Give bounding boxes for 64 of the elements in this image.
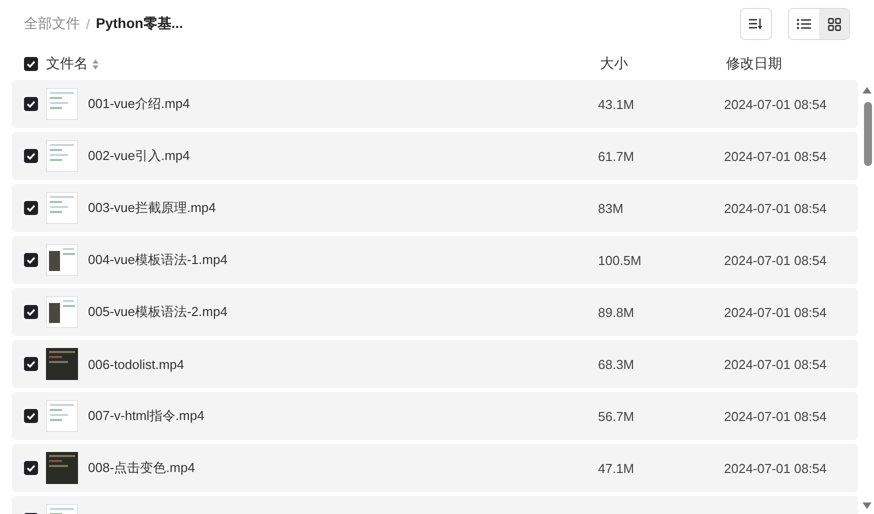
modified-date: 2024-07-01 08:54 <box>724 252 827 268</box>
column-header[interactable]: 修改日期 <box>726 55 782 73</box>
row-checkbox[interactable] <box>24 149 38 163</box>
modified-date: 2024-07-01 08:54 <box>724 460 827 476</box>
video-thumbnail <box>46 88 78 120</box>
file-row[interactable]: 004-vue模板语法-1.mp4 100.5M 2024-07-01 08:54 <box>12 236 858 284</box>
file-name: 008-点击变色.mp4 <box>88 459 196 477</box>
file-row[interactable]: 006-todolist.mp4 68.3M 2024-07-01 08:54 <box>12 340 858 388</box>
grid-icon <box>828 18 840 30</box>
modified-date: 2024-07-01 08:54 <box>724 200 827 216</box>
video-thumbnail <box>46 192 78 224</box>
row-checkbox[interactable] <box>24 461 38 475</box>
file-name: 002-vue引入.mp4 <box>88 147 191 165</box>
file-row[interactable]: 003-vue拦截原理.mp4 83M 2024-07-01 08:54 <box>12 184 858 232</box>
file-size: 61.7M <box>598 148 636 164</box>
scroll-up-icon[interactable] <box>862 86 872 94</box>
video-thumbnail <box>46 400 78 432</box>
breadcrumb-item[interactable]: 全部文件 <box>24 15 80 33</box>
row-checkbox[interactable] <box>24 305 38 319</box>
file-size: 43.1M <box>598 96 636 112</box>
video-thumbnail <box>46 296 78 328</box>
file-row[interactable]: 001-vue介绍.mp4 43.1M 2024-07-01 08:54 <box>12 80 858 128</box>
scrollbar-thumb[interactable] <box>864 102 872 166</box>
sort-arrows-icon[interactable] <box>92 58 99 70</box>
file-size: 68.3M <box>598 356 636 372</box>
modified-date: 2024-07-01 08:54 <box>724 356 827 372</box>
file-row[interactable]: 008-点击变色.mp4 47.1M 2024-07-01 08:54 <box>12 444 858 492</box>
row-checkbox[interactable] <box>24 201 38 215</box>
list-icon <box>797 18 811 30</box>
modified-date: 2024-07-01 08:54 <box>724 96 827 112</box>
column-header[interactable]: 文件名 <box>46 55 88 73</box>
video-thumbnail <box>46 348 78 380</box>
video-thumbnail <box>46 244 78 276</box>
file-name: 007-v-html指令.mp4 <box>88 407 206 425</box>
row-checkbox[interactable] <box>24 409 38 423</box>
video-thumbnail <box>46 452 78 484</box>
row-checkbox[interactable] <box>24 357 38 371</box>
modified-date: 2024-07-01 08:54 <box>724 304 827 320</box>
file-name: 006-todolist.mp4 <box>88 356 186 372</box>
file-name: 003-vue拦截原理.mp4 <box>88 199 217 217</box>
file-size: 100.5M <box>598 252 642 268</box>
file-row[interactable]: 002-vue引入.mp4 61.7M 2024-07-01 08:54 <box>12 132 858 180</box>
column-header[interactable]: 大小 <box>600 55 726 73</box>
file-size: 83M <box>598 200 624 216</box>
modified-date: 2024-07-01 08:54 <box>724 148 827 164</box>
file-name: 005-vue模板语法-2.mp4 <box>88 303 228 321</box>
sort-icon <box>749 18 763 30</box>
file-row[interactable]: 007-v-html指令.mp4 56.7M 2024-07-01 08:54 <box>12 392 858 440</box>
breadcrumb-item[interactable]: Python零基... <box>96 15 184 33</box>
file-size: 47.1M <box>598 460 636 476</box>
file-name: 001-vue介绍.mp4 <box>88 95 191 113</box>
scroll-down-icon[interactable] <box>862 502 872 510</box>
modified-date: 2024-07-01 08:54 <box>724 408 827 424</box>
grid-view-button[interactable] <box>819 9 849 39</box>
sort-button[interactable] <box>740 8 772 40</box>
file-size: 56.7M <box>598 408 636 424</box>
file-size: 89.8M <box>598 304 636 320</box>
video-thumbnail <box>46 140 78 172</box>
file-name: 004-vue模板语法-1.mp4 <box>88 251 228 269</box>
breadcrumb-separator: / <box>86 16 90 32</box>
row-checkbox[interactable] <box>24 97 38 111</box>
row-checkbox[interactable] <box>24 253 38 267</box>
file-row[interactable]: 005-vue模板语法-2.mp4 89.8M 2024-07-01 08:54 <box>12 288 858 336</box>
select-all-checkbox[interactable] <box>24 57 38 71</box>
